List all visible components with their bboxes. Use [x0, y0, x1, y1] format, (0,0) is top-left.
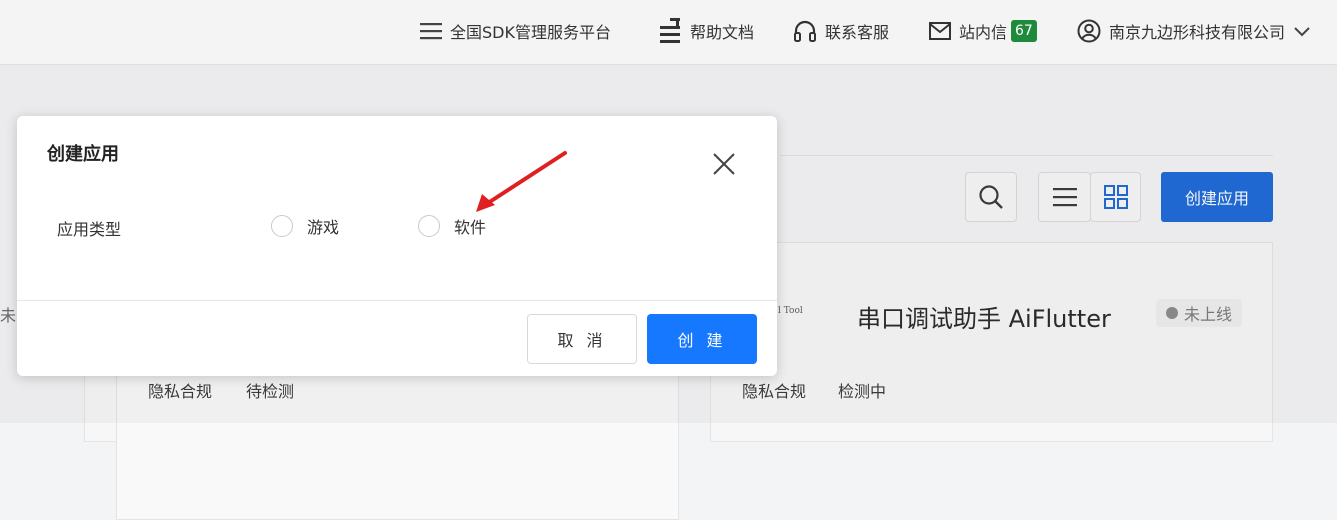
headset-icon — [794, 20, 816, 42]
nav-contact-support[interactable]: 联系客服 — [793, 18, 889, 44]
create-app-dialog: 创建应用 应用类型 游戏 软件 取 消 创 建 — [17, 116, 777, 376]
radio-button[interactable] — [418, 215, 440, 237]
close-button[interactable] — [712, 152, 736, 176]
create-button[interactable]: 创 建 — [647, 314, 757, 364]
chevron-down-icon — [1294, 27, 1310, 37]
nav-help-docs-label: 帮助文档 — [690, 23, 755, 42]
app-type-label: 应用类型 — [57, 220, 122, 239]
radio-button[interactable] — [271, 215, 293, 237]
unread-count-badge: 67 — [1011, 20, 1037, 42]
nav-messages[interactable]: 站内信 67 — [929, 18, 1037, 44]
dialog-title: 创建应用 — [47, 144, 119, 165]
account-name: 南京九边形科技有限公司 — [1109, 23, 1286, 42]
nav-platform-label: 全国SDK管理服务平台 — [450, 23, 611, 42]
nav-help-docs[interactable]: 帮助文档 — [660, 18, 754, 44]
radio-option-software-label: 软件 — [454, 218, 487, 237]
radio-option-game[interactable]: 游戏 — [271, 214, 339, 238]
nav-platform[interactable]: 全国SDK管理服务平台 — [420, 18, 611, 44]
close-icon — [713, 153, 735, 175]
nav-account-menu[interactable]: 南京九边形科技有限公司 — [1077, 18, 1311, 44]
menu-icon — [420, 23, 442, 40]
nav-contact-support-label: 联系客服 — [825, 23, 890, 42]
document-icon — [660, 18, 680, 43]
radio-option-game-label: 游戏 — [307, 218, 340, 237]
mail-icon — [929, 22, 951, 40]
cancel-button[interactable]: 取 消 — [527, 314, 637, 364]
top-navigation-bar: 全国SDK管理服务平台 帮助文档 联系客服 站内信 67 南京九边形科技有限公司 — [0, 0, 1337, 65]
nav-messages-label: 站内信 — [959, 23, 1008, 42]
dialog-footer-divider — [17, 300, 777, 301]
radio-option-software[interactable]: 软件 — [418, 214, 486, 238]
user-icon — [1077, 19, 1101, 43]
